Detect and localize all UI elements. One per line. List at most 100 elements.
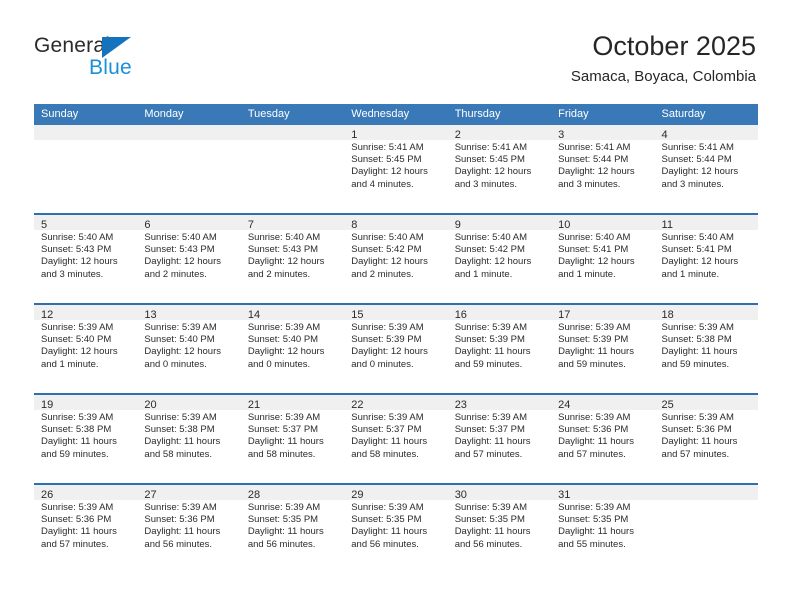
day-number-band: 22 (344, 395, 448, 411)
daylight-text-line2: and 3 minutes. (41, 268, 104, 280)
daylight-text-line1: Daylight: 12 hours (247, 256, 325, 268)
calendar-day-cell[interactable]: 19 Sunrise: 5:39 AM Sunset: 5:38 PM Dayligh… (34, 395, 138, 483)
calendar-day-cell[interactable]: 11 Sunrise: 5:40 AM Sunset: 5:41 PM Dayligh… (654, 215, 758, 303)
calendar-day-cell[interactable]: 30 Sunrise: 5:39 AM Sunset: 5:35 PM Dayligh… (447, 485, 552, 573)
daylight-text-line1: Daylight: 12 hours (351, 346, 428, 358)
daylight-text-line1: Daylight: 11 hours (41, 526, 117, 538)
day-number: 23 (454, 399, 467, 411)
day-sun-info: Sunrise: 5:40 AM Sunset: 5:41 PM Daylight:… (551, 230, 654, 281)
calendar-day-cell[interactable]: 28 Sunrise: 5:39 AM Sunset: 5:35 PM Dayligh… (240, 485, 345, 573)
day-sun-info: Sunrise: 5:39 AM Sunset: 5:37 PM Daylight:… (241, 410, 344, 461)
sunset-text: Sunset: 5:44 PM (558, 154, 629, 166)
calendar-day-cell[interactable]: 15 Sunrise: 5:39 AM Sunset: 5:39 PM Dayligh… (344, 305, 448, 393)
calendar-day-cell[interactable]: 18 Sunrise: 5:39 AM Sunset: 5:38 PM Dayligh… (654, 305, 758, 393)
day-sun-info: Sunrise: 5:39 AM Sunset: 5:40 PM Daylight:… (137, 320, 240, 371)
page-title: October 2025 (592, 31, 756, 61)
daylight-text-line1: Daylight: 11 hours (661, 436, 738, 448)
page-subtitle: Samaca, Boyaca, Colombia (570, 68, 756, 85)
calendar-day-cell[interactable]: 2 Sunrise: 5:41 AM Sunset: 5:45 PM Daylight… (447, 125, 552, 213)
sunset-text: Sunset: 5:44 PM (661, 154, 732, 166)
daylight-text-line2: and 57 minutes. (454, 448, 523, 460)
daylight-text-line2: and 59 minutes. (558, 358, 626, 370)
day-number-band: 27 (137, 485, 241, 501)
calendar-day-cell[interactable]: 13 Sunrise: 5:39 AM Sunset: 5:40 PM Dayligh… (137, 305, 241, 393)
day-sun-info: Sunrise: 5:41 AM Sunset: 5:44 PM Daylight:… (655, 140, 758, 191)
daylight-text-line2: and 58 minutes. (351, 448, 419, 460)
day-number-band: 28 (240, 485, 345, 501)
calendar-day-cell[interactable]: 8 Sunrise: 5:40 AM Sunset: 5:42 PM Daylight… (344, 215, 448, 303)
day-number: 2 (454, 129, 461, 141)
daylight-text-line2: and 56 minutes. (247, 538, 316, 550)
calendar-day-cell[interactable]: 24 Sunrise: 5:39 AM Sunset: 5:36 PM Dayligh… (551, 395, 655, 483)
calendar-day-cell[interactable]: 22 Sunrise: 5:39 AM Sunset: 5:37 PM Dayligh… (344, 395, 448, 483)
day-sun-info: Sunrise: 5:41 AM Sunset: 5:44 PM Daylight:… (551, 140, 654, 191)
calendar-page: General Blue October 2025 Samaca, Boyaca… (0, 0, 792, 612)
day-number-band: 1 (344, 125, 448, 141)
calendar-day-cell[interactable]: 31 Sunrise: 5:39 AM Sunset: 5:35 PM Dayligh… (551, 485, 655, 573)
calendar-day-cell[interactable]: 6 Sunrise: 5:40 AM Sunset: 5:43 PM Daylight… (137, 215, 241, 303)
sunrise-text: Sunrise: 5:39 AM (558, 412, 631, 423)
daylight-text-line1: Daylight: 11 hours (558, 436, 634, 448)
sunrise-text: Sunrise: 5:39 AM (558, 322, 631, 333)
daylight-text-line1: Daylight: 12 hours (454, 166, 532, 178)
day-number-band: 8 (344, 215, 448, 231)
day-sun-info: Sunrise: 5:39 AM Sunset: 5:35 PM Daylight:… (448, 500, 551, 551)
day-number-band: 31 (551, 485, 655, 501)
day-number: 9 (454, 219, 461, 231)
day-number: 28 (247, 489, 261, 501)
calendar-day-cell[interactable]: 3 Sunrise: 5:41 AM Sunset: 5:44 PM Daylight… (551, 125, 655, 213)
calendar-day-cell[interactable]: 12 Sunrise: 5:39 AM Sunset: 5:40 PM Dayligh… (34, 305, 138, 393)
calendar-day-cell[interactable]: 1 Sunrise: 5:41 AM Sunset: 5:45 PM Daylight… (344, 125, 448, 213)
daylight-text-line1: Daylight: 12 hours (351, 256, 428, 268)
day-sun-info: Sunrise: 5:39 AM Sunset: 5:40 PM Daylight:… (241, 320, 344, 371)
title-block: October 2025 Samaca, Boyaca, Colombia (571, 30, 756, 86)
day-number: 11 (661, 219, 673, 231)
day-sun-info: Sunrise: 5:39 AM Sunset: 5:36 PM Daylight:… (551, 410, 654, 461)
weekday-header-sunday: Sunday (41, 108, 79, 120)
calendar-day-cell[interactable]: 7 Sunrise: 5:40 AM Sunset: 5:43 PM Daylight… (240, 215, 345, 303)
sunset-text: Sunset: 5:37 PM (247, 424, 319, 436)
daylight-text-line2: and 58 minutes. (247, 448, 316, 460)
day-number-band: 25 (654, 395, 758, 411)
calendar-day-cell[interactable]: 14 Sunrise: 5:39 AM Sunset: 5:40 PM Dayligh… (240, 305, 345, 393)
day-number-band: 3 (551, 125, 655, 141)
calendar-day-cell[interactable]: 4 Sunrise: 5:41 AM Sunset: 5:44 PM Daylight… (654, 125, 758, 213)
calendar-weeks: 1 Sunrise: 5:41 AM Sunset: 5:45 PM Daylight… (34, 125, 758, 573)
calendar-day-cell[interactable]: 25 Sunrise: 5:39 AM Sunset: 5:36 PM Dayligh… (654, 395, 758, 483)
daylight-text-line1: Daylight: 11 hours (558, 526, 634, 538)
daylight-text-line1: Daylight: 11 hours (41, 436, 117, 448)
day-number: 10 (558, 219, 571, 231)
day-sun-info: Sunrise: 5:40 AM Sunset: 5:43 PM Daylight:… (34, 230, 137, 281)
day-sun-info: Sunrise: 5:39 AM Sunset: 5:35 PM Daylight:… (344, 500, 447, 551)
calendar-day-cell[interactable]: 5 Sunrise: 5:40 AM Sunset: 5:43 PM Daylight… (34, 215, 138, 303)
daylight-text-line2: and 0 minutes. (144, 358, 207, 370)
calendar-day-cell[interactable]: 17 Sunrise: 5:39 AM Sunset: 5:39 PM Dayligh… (551, 305, 655, 393)
sunrise-text: Sunrise: 5:39 AM (144, 502, 217, 513)
sunrise-text: Sunrise: 5:41 AM (661, 142, 734, 153)
weekday-header-row: Sunday Monday Tuesday Wednesday Thursday… (34, 104, 758, 125)
day-number-band: 30 (447, 485, 552, 501)
daylight-text-line1: Daylight: 12 hours (41, 256, 118, 268)
daylight-text-line1: Daylight: 11 hours (454, 436, 531, 448)
calendar-day-cell[interactable]: 10 Sunrise: 5:40 AM Sunset: 5:41 PM Dayligh… (551, 215, 655, 303)
day-number: 24 (558, 399, 571, 411)
calendar-week-row: 19 Sunrise: 5:39 AM Sunset: 5:38 PM Dayligh… (34, 393, 758, 483)
sunrise-text: Sunrise: 5:40 AM (41, 232, 114, 243)
day-number: 22 (351, 399, 364, 411)
daylight-text-line2: and 59 minutes. (661, 358, 730, 370)
day-sun-info: Sunrise: 5:39 AM Sunset: 5:37 PM Daylight:… (344, 410, 447, 461)
generalblue-logo[interactable]: General Blue (34, 34, 264, 86)
day-number: 17 (558, 309, 571, 321)
calendar-day-cell[interactable]: 26 Sunrise: 5:39 AM Sunset: 5:36 PM Dayligh… (34, 485, 138, 573)
calendar-day-cell[interactable]: 29 Sunrise: 5:39 AM Sunset: 5:35 PM Dayligh… (344, 485, 448, 573)
calendar-day-cell[interactable]: 9 Sunrise: 5:40 AM Sunset: 5:42 PM Daylight… (447, 215, 552, 303)
calendar-day-cell[interactable]: 21 Sunrise: 5:39 AM Sunset: 5:37 PM Dayligh… (240, 395, 345, 483)
day-sun-info: Sunrise: 5:40 AM Sunset: 5:41 PM Daylight:… (655, 230, 758, 281)
sunset-text: Sunset: 5:38 PM (41, 424, 112, 436)
calendar-day-cell[interactable]: 23 Sunrise: 5:39 AM Sunset: 5:37 PM Dayligh… (447, 395, 552, 483)
daylight-text-line2: and 0 minutes. (351, 358, 414, 370)
calendar-day-cell[interactable]: 16 Sunrise: 5:39 AM Sunset: 5:39 PM Dayligh… (447, 305, 552, 393)
sunset-text: Sunset: 5:35 PM (351, 514, 422, 526)
calendar-day-cell[interactable]: 20 Sunrise: 5:39 AM Sunset: 5:38 PM Dayligh… (137, 395, 241, 483)
calendar-day-cell[interactable]: 27 Sunrise: 5:39 AM Sunset: 5:36 PM Dayligh… (137, 485, 241, 573)
